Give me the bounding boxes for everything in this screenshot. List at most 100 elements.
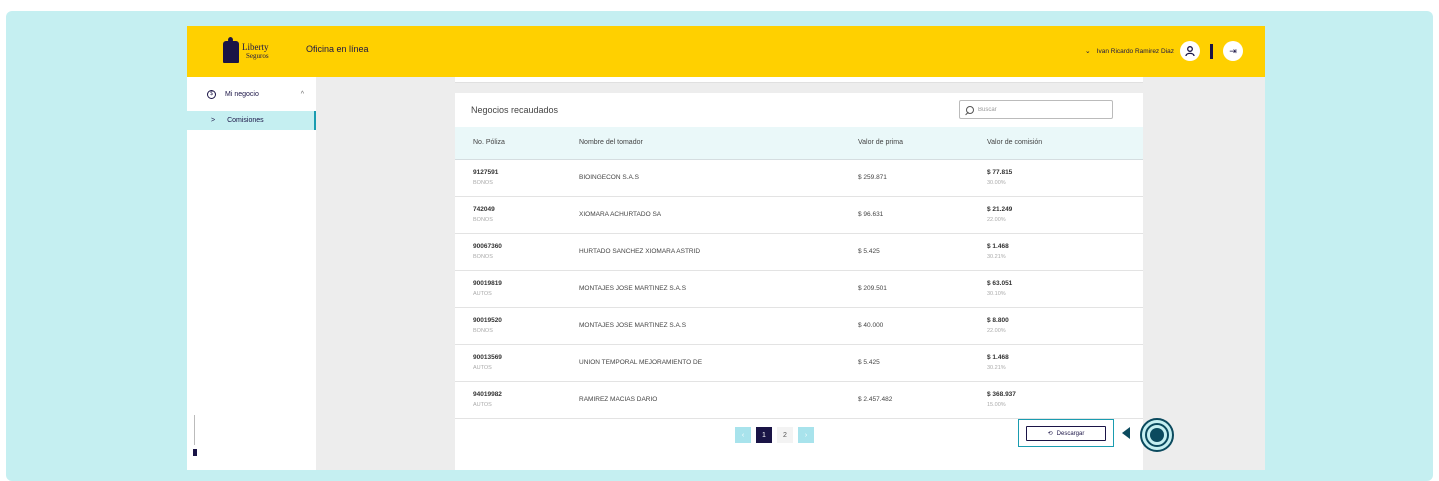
policy-branch: AUTOS [473, 365, 492, 371]
card-title: Negocios recaudados [471, 105, 559, 115]
policy-branch: BONOS [473, 180, 493, 186]
pointer-arrow-icon [1122, 427, 1130, 439]
page-button-2[interactable]: 2 [777, 427, 793, 443]
policy-number: 94019982 [473, 391, 502, 398]
chevron-right-icon: > [211, 117, 216, 124]
sidebar: $ Mi negocio ^ > Comisiones [187, 77, 316, 470]
commission-rate: 30.00% [987, 180, 1006, 186]
holder-name: MONTAJES JOSE MARTINEZ S.A.S [579, 322, 687, 329]
holder-name: BIOINGECON S.A.S [579, 174, 639, 181]
logo-line-1: Liberty [242, 42, 269, 52]
premium-value: $ 40.000 [858, 322, 884, 329]
logout-icon: ⇥ [1229, 45, 1237, 56]
holder-name: UNION TEMPORAL MEJORAMIENTO DE [579, 359, 703, 366]
next-page-button[interactable]: › [798, 427, 814, 443]
footer-block [193, 449, 197, 456]
commission-value: $ 1.468 [987, 243, 1009, 250]
table-row[interactable]: 9127591 BONOS BIOINGECON S.A.S $ 259.871… [455, 160, 1143, 197]
target-ring [1145, 423, 1169, 447]
user-avatar[interactable] [1180, 41, 1200, 61]
premium-value: $ 259.871 [858, 174, 887, 181]
pagination: ‹ 1 2 › [735, 427, 819, 443]
commission-value: $ 21.249 [987, 206, 1013, 213]
footer-line [194, 415, 195, 445]
download-button[interactable]: ⟲ Descargar [1026, 426, 1106, 441]
column-header-policy[interactable]: No. Póliza [473, 139, 505, 146]
download-label: Descargar [1056, 430, 1085, 437]
premium-value: $ 5.425 [858, 248, 880, 255]
sidebar-item-mi-negocio[interactable]: $ Mi negocio ^ [187, 86, 316, 102]
commission-value: $ 8.800 [987, 317, 1009, 324]
commission-rate: 30.10% [987, 291, 1006, 297]
card-previous-edge [455, 77, 1143, 83]
commission-rate: 22.00% [987, 217, 1006, 223]
logout-button[interactable]: ⇥ [1223, 41, 1243, 61]
click-target-indicator [1140, 418, 1174, 452]
chevron-up-icon: ^ [300, 90, 304, 98]
previous-page-button[interactable]: ‹ [735, 427, 751, 443]
commission-rate: 15.00% [987, 402, 1006, 408]
sidebar-footer-mark [193, 415, 197, 457]
policy-branch: BONOS [473, 217, 493, 223]
statue-of-liberty-icon [223, 37, 239, 63]
commission-value: $ 77.815 [987, 169, 1013, 176]
header-divider [1210, 43, 1213, 59]
user-icon [1185, 46, 1195, 57]
policy-number: 90019520 [473, 317, 502, 324]
download-icon: ⟲ [1047, 431, 1053, 437]
commission-rate: 30.21% [987, 254, 1006, 260]
policy-number: 90019819 [473, 280, 502, 287]
table-row[interactable]: 90013569 AUTOS UNION TEMPORAL MEJORAMIEN… [455, 345, 1143, 382]
premium-value: $ 5.425 [858, 359, 880, 366]
user-menu: ⌄ Ivan Ricardo Ramirez Diaz ⇥ [1085, 39, 1243, 63]
commission-value: $ 63.051 [987, 280, 1013, 287]
search-icon [966, 105, 974, 114]
premium-value: $ 209.501 [858, 285, 887, 292]
holder-name: MONTAJES JOSE MARTINEZ S.A.S [579, 285, 687, 292]
policy-number: 90013569 [473, 354, 502, 361]
column-header-commission[interactable]: Valor de comisión [987, 139, 1042, 146]
page-button-1[interactable]: 1 [756, 427, 772, 443]
collected-business-card: Negocios recaudados No. Póliza Nombre de… [455, 93, 1143, 470]
logo-wordmark: Liberty Seguros [242, 43, 269, 61]
holder-name: XIOMARA ACHURTADO SA [579, 211, 662, 218]
table-row[interactable]: 90019520 BONOS MONTAJES JOSE MARTINEZ S.… [455, 308, 1143, 345]
sidebar-subitem-label: Comisiones [227, 117, 264, 124]
policy-branch: AUTOS [473, 291, 492, 297]
premium-value: $ 2.457.482 [858, 396, 893, 403]
sidebar-item-label: Mi negocio [225, 90, 259, 98]
premium-value: $ 96.631 [858, 211, 884, 218]
column-header-premium[interactable]: Valor de prima [858, 139, 903, 146]
policy-number: 742049 [473, 206, 495, 213]
commission-value: $ 368.937 [987, 391, 1016, 398]
target-dot [1150, 428, 1164, 442]
policy-branch: BONOS [473, 254, 493, 260]
app-title: Oficina en línea [306, 44, 369, 54]
user-name[interactable]: Ivan Ricardo Ramirez Diaz [1097, 48, 1174, 55]
download-highlight-frame: ⟲ Descargar [1018, 419, 1114, 447]
policy-number: 90067360 [473, 243, 502, 250]
logo-line-2: Seguros [246, 52, 269, 60]
search-input[interactable] [978, 106, 1098, 113]
holder-name: HURTADO SANCHEZ XIOMARA ASTRID [579, 248, 701, 255]
table-row[interactable]: 94019982 AUTOS RAMIREZ MACIAS DARIO $ 2.… [455, 382, 1143, 419]
column-header-holder[interactable]: Nombre del tomador [579, 139, 643, 146]
table-row[interactable]: 90019819 AUTOS MONTAJES JOSE MARTINEZ S.… [455, 271, 1143, 308]
sidebar-item-comisiones[interactable]: > Comisiones [187, 111, 316, 130]
holder-name: RAMIREZ MACIAS DARIO [579, 396, 658, 403]
commission-rate: 22.00% [987, 328, 1006, 334]
commission-rate: 30.21% [987, 365, 1006, 371]
liberty-logo[interactable]: Liberty Seguros [223, 36, 283, 68]
policy-number: 9127591 [473, 169, 499, 176]
table-row[interactable]: 742049 BONOS XIOMARA ACHURTADO SA $ 96.6… [455, 197, 1143, 234]
top-bar: Liberty Seguros Oficina en línea ⌄ Ivan … [187, 26, 1265, 77]
commission-value: $ 1.468 [987, 354, 1009, 361]
business-icon: $ [207, 89, 216, 99]
app-window: Liberty Seguros Oficina en línea ⌄ Ivan … [187, 26, 1265, 470]
table-row[interactable]: 90067360 BONOS HURTADO SANCHEZ XIOMARA A… [455, 234, 1143, 271]
search-box[interactable] [959, 100, 1113, 119]
chevron-down-icon[interactable]: ⌄ [1085, 47, 1091, 55]
table-header: No. Póliza Nombre del tomador Valor de p… [455, 127, 1143, 160]
policy-branch: AUTOS [473, 402, 492, 408]
policy-branch: BONOS [473, 328, 493, 334]
